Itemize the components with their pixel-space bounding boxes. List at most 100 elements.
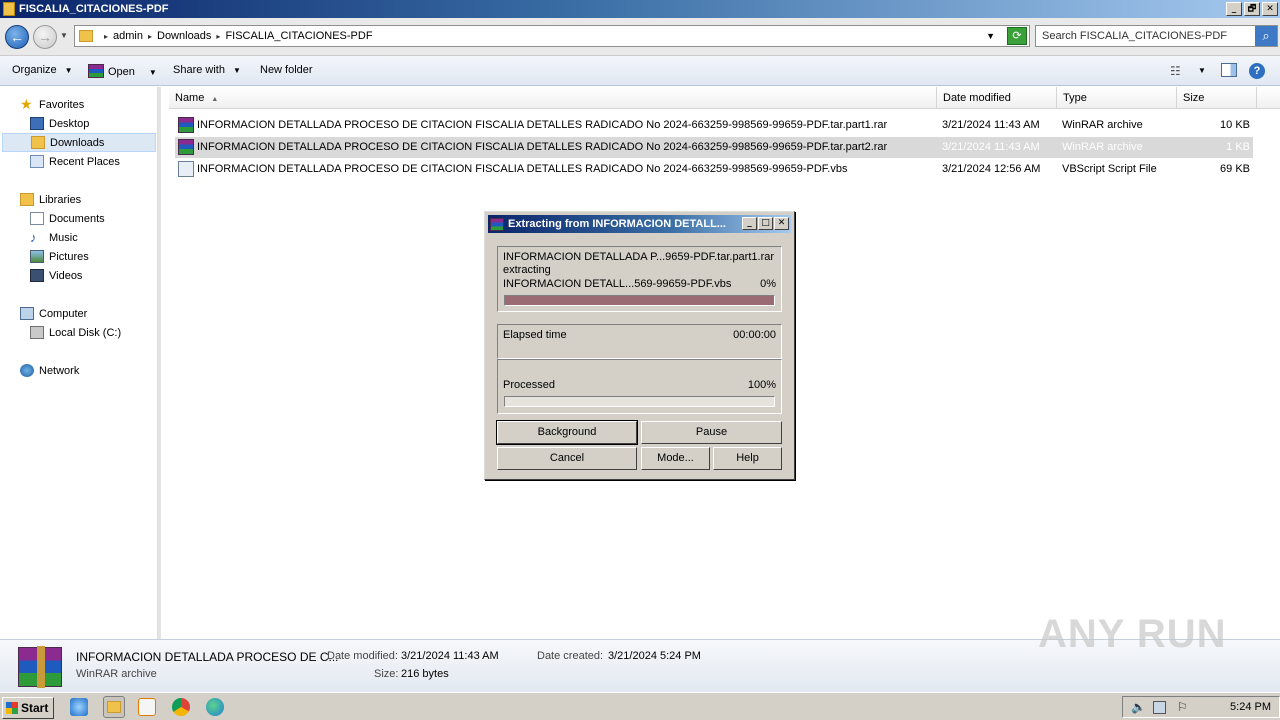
network-status-icon[interactable] bbox=[1153, 701, 1166, 714]
breadcrumb-downloads[interactable]: Downloads bbox=[157, 30, 211, 42]
processed-group: Processed 100% bbox=[497, 359, 782, 414]
clock[interactable]: 5:24 PM bbox=[1230, 701, 1271, 713]
column-header-type[interactable]: Type bbox=[1057, 87, 1177, 109]
current-file-percent: 0% bbox=[760, 278, 776, 290]
nav-local-disk[interactable]: Local Disk (C:) bbox=[30, 323, 121, 342]
chevron-down-icon[interactable]: ▼ bbox=[1198, 66, 1206, 75]
edge-icon[interactable] bbox=[206, 698, 224, 716]
command-bar: Organize ▼ Open ▼ Share with ▼ New folder ☷… bbox=[0, 56, 1280, 86]
cancel-button[interactable]: Cancel bbox=[497, 447, 637, 470]
nav-recent-places[interactable]: Recent Places bbox=[30, 152, 120, 171]
file-size: 10 KB bbox=[1220, 119, 1250, 131]
network-icon bbox=[20, 364, 34, 377]
winrar-icon bbox=[88, 64, 104, 78]
open-label: Open bbox=[108, 66, 135, 78]
dialog-title-bar[interactable]: Extracting from INFORMACION DETALL... _ … bbox=[488, 215, 791, 233]
elapsed-value: 00:00:00 bbox=[733, 329, 776, 341]
elapsed-label: Elapsed time bbox=[503, 329, 567, 341]
chevron-right-icon[interactable]: ▸ bbox=[104, 32, 108, 41]
address-row: ← → ▼ ▸ admin ▸ Downloads ▸ FISCALIA_CIT… bbox=[0, 18, 1280, 56]
nav-music[interactable]: ♪ Music bbox=[30, 228, 78, 247]
nav-computer[interactable]: Computer bbox=[20, 304, 87, 323]
action-center-flag-icon[interactable]: ⚐ bbox=[1177, 701, 1190, 714]
dialog-maximize-button[interactable]: □ bbox=[758, 217, 773, 230]
file-size: 69 KB bbox=[1220, 163, 1250, 175]
background-button[interactable]: Background bbox=[496, 420, 638, 445]
address-bar[interactable]: ▸ admin ▸ Downloads ▸ FISCALIA_CITACIONE… bbox=[74, 25, 1030, 47]
close-button[interactable]: ✕ bbox=[1262, 2, 1278, 16]
share-with-button[interactable]: Share with ▼ bbox=[173, 64, 241, 76]
nav-libraries[interactable]: Libraries bbox=[20, 190, 81, 209]
libraries-icon bbox=[20, 193, 34, 206]
chevron-down-icon: ▼ bbox=[232, 66, 241, 75]
chevron-right-icon[interactable]: ▸ bbox=[216, 32, 220, 41]
window-title-bar[interactable]: FISCALIA_CITACIONES-PDF _ 🗗 ✕ bbox=[0, 0, 1280, 18]
breadcrumb-admin[interactable]: admin bbox=[113, 30, 143, 42]
column-header-size[interactable]: Size bbox=[1177, 87, 1257, 109]
start-button[interactable]: Start bbox=[2, 697, 54, 719]
folder-icon bbox=[79, 30, 93, 42]
dialog-minimize-button[interactable]: _ bbox=[742, 217, 757, 230]
column-header-date-modified[interactable]: Date modified bbox=[937, 87, 1057, 109]
nav-label: Downloads bbox=[50, 136, 105, 149]
internet-explorer-icon[interactable] bbox=[70, 698, 88, 716]
column-header-name[interactable]: Name ▲ bbox=[169, 87, 937, 109]
file-name: INFORMACION DETALLADA PROCESO DE CITACIO… bbox=[197, 141, 888, 153]
file-size: 1 KB bbox=[1226, 141, 1250, 153]
forward-button[interactable]: → bbox=[33, 25, 57, 49]
table-row[interactable]: INFORMACION DETALLADA PROCESO DE CITACIO… bbox=[175, 137, 1253, 158]
back-button[interactable]: ← bbox=[5, 25, 29, 49]
volume-icon[interactable]: 🔈 bbox=[1131, 701, 1146, 714]
chrome-icon[interactable] bbox=[172, 698, 190, 716]
chevron-down-icon[interactable]: ▼ bbox=[149, 68, 157, 77]
details-size-label: Size: bbox=[374, 668, 399, 680]
dialog-close-button[interactable]: ✕ bbox=[774, 217, 789, 230]
elapsed-group: Elapsed time 00:00:00 bbox=[497, 324, 782, 359]
details-size: 216 bytes bbox=[401, 668, 449, 680]
search-icon[interactable]: ⌕ bbox=[1255, 26, 1277, 46]
recent-pages-dropdown[interactable]: ▼ bbox=[60, 31, 68, 40]
file-date: 3/21/2024 12:56 AM bbox=[942, 163, 1041, 175]
nav-downloads[interactable]: Downloads bbox=[2, 133, 156, 152]
new-folder-label: New folder bbox=[260, 64, 313, 76]
table-row[interactable]: INFORMACION DETALLADA PROCESO DE CITACIO… bbox=[175, 115, 1253, 136]
search-input[interactable]: Search FISCALIA_CITACIONES-PDF ⌕ bbox=[1035, 25, 1278, 47]
nav-favorites[interactable]: ★ Favorites bbox=[20, 95, 84, 114]
media-player-icon[interactable] bbox=[138, 698, 156, 716]
column-header-filler bbox=[1257, 87, 1280, 109]
details-date-created-label: Date created: bbox=[537, 650, 604, 662]
nav-documents[interactable]: Documents bbox=[30, 209, 105, 228]
nav-videos[interactable]: Videos bbox=[30, 266, 82, 285]
window-title: FISCALIA_CITACIONES-PDF bbox=[19, 3, 169, 15]
nav-pictures[interactable]: Pictures bbox=[30, 247, 89, 266]
help-button[interactable]: Help bbox=[713, 447, 782, 470]
breadcrumb-current-folder[interactable]: FISCALIA_CITACIONES-PDF bbox=[225, 30, 372, 42]
preview-pane-icon[interactable] bbox=[1221, 63, 1237, 77]
details-file-type: WinRAR archive bbox=[76, 668, 157, 680]
nav-label: Videos bbox=[49, 269, 83, 282]
mode-button[interactable]: Mode... bbox=[641, 447, 710, 470]
chevron-right-icon[interactable]: ▸ bbox=[148, 32, 152, 41]
nav-label: Local Disk (C:) bbox=[49, 326, 122, 339]
processed-progress-bar bbox=[504, 396, 775, 407]
organize-button[interactable]: Organize ▼ bbox=[12, 64, 73, 76]
view-options-icon[interactable]: ☷ bbox=[1170, 64, 1181, 78]
folder-icon bbox=[3, 2, 15, 16]
pause-button[interactable]: Pause bbox=[641, 421, 782, 444]
archive-name: INFORMACION DETALLADA P...9659-PDF.tar.p… bbox=[503, 251, 775, 263]
refresh-icon[interactable]: ⟳ bbox=[1007, 27, 1027, 45]
help-icon[interactable]: ? bbox=[1249, 63, 1265, 79]
address-dropdown-icon[interactable]: ▼ bbox=[986, 31, 995, 41]
restore-button[interactable]: 🗗 bbox=[1244, 2, 1260, 16]
recent-places-icon bbox=[30, 155, 44, 168]
new-folder-button[interactable]: New folder bbox=[260, 64, 313, 76]
minimize-button[interactable]: _ bbox=[1226, 2, 1242, 16]
winrar-archive-icon bbox=[18, 646, 62, 688]
nav-network[interactable]: Network bbox=[20, 361, 79, 380]
open-button[interactable]: Open ▼ bbox=[88, 64, 157, 78]
table-row[interactable]: INFORMACION DETALLADA PROCESO DE CITACIO… bbox=[175, 159, 1253, 180]
explorer-taskbar-button[interactable] bbox=[103, 696, 125, 718]
music-icon: ♪ bbox=[30, 230, 37, 245]
nav-desktop[interactable]: Desktop bbox=[30, 114, 89, 133]
watermark: ANY RUN bbox=[1038, 612, 1227, 656]
